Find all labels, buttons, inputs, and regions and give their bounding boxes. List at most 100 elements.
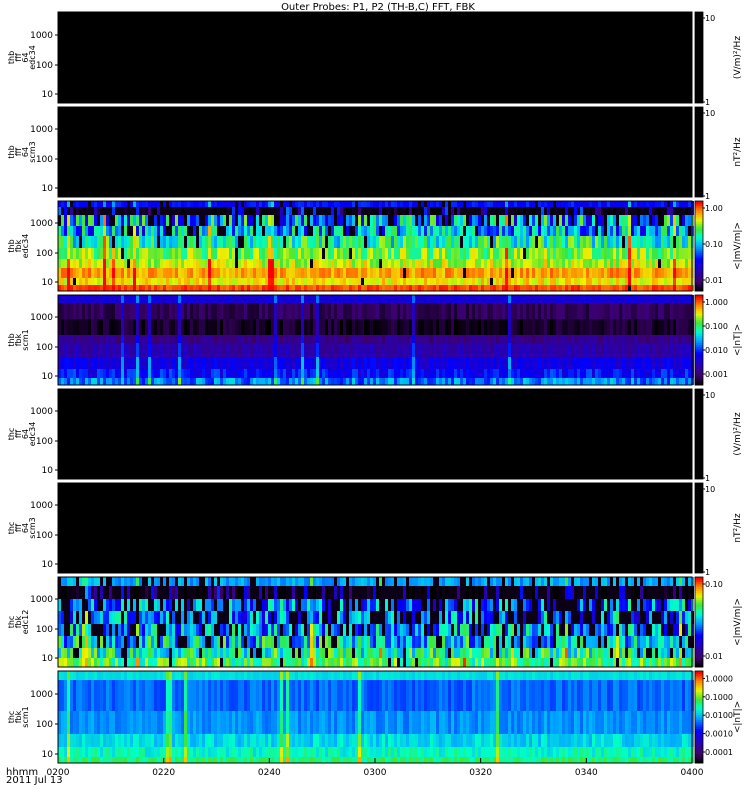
heatmap-cell: [532, 319, 535, 335]
heatmap-cell: [163, 278, 166, 285]
heatmap-cell: [109, 248, 112, 259]
heatmap-cell: [301, 648, 304, 658]
heatmap-cell: [652, 268, 655, 278]
heatmap-cell: [283, 636, 286, 648]
heatmap-cell: [82, 215, 85, 226]
heatmap-cell: [403, 335, 406, 343]
heatmap-cell: [571, 226, 574, 236]
heatmap-cell: [481, 369, 484, 378]
heatmap-cell: [64, 357, 67, 369]
heatmap-cell: [625, 378, 628, 385]
heatmap-cell: [667, 285, 670, 291]
heatmap-cell: [385, 378, 388, 385]
heatmap-cell: [406, 648, 409, 658]
heatmap-cell: [622, 303, 625, 319]
heatmap-cell: [220, 319, 223, 335]
heatmap-cell: [223, 343, 226, 357]
heatmap-cell: [193, 201, 196, 207]
heatmap-cell: [283, 278, 286, 285]
heatmap-cell: [439, 201, 442, 207]
heatmap-cell: [523, 378, 526, 385]
heatmap-cell: [400, 259, 403, 268]
heatmap-cell: [76, 658, 79, 667]
heatmap-cell: [616, 278, 619, 285]
heatmap-cell: [454, 248, 457, 259]
heatmap-cell: [346, 343, 349, 357]
heatmap-cell: [235, 378, 238, 385]
heatmap-cell: [235, 201, 238, 207]
heatmap-cell: [211, 236, 214, 248]
heatmap-cell: [496, 357, 499, 369]
heatmap-cell: [307, 248, 310, 259]
heatmap-cell: [382, 259, 385, 268]
heatmap-cell: [148, 577, 151, 586]
heatmap-cell: [268, 624, 271, 636]
heatmap-cell: [88, 268, 91, 278]
heatmap-cell: [163, 236, 166, 248]
heatmap-cell: [148, 335, 151, 343]
heatmap-cell: [187, 343, 190, 357]
heatmap-cell: [307, 577, 310, 586]
heatmap-cell: [112, 319, 115, 335]
heatmap-cell: [652, 335, 655, 343]
heatmap-cell: [223, 586, 226, 599]
heatmap-cell: [325, 586, 328, 599]
heatmap-cell: [511, 369, 514, 378]
heatmap-cell: [373, 259, 376, 268]
heatmap-cell: [598, 215, 601, 226]
heatmap-cell: [682, 369, 685, 378]
heatmap-cell: [139, 648, 142, 658]
heatmap-cell: [379, 319, 382, 335]
heatmap-cell: [283, 624, 286, 636]
heatmap-cell: [511, 343, 514, 357]
heatmap-cell: [130, 357, 133, 369]
heatmap-cell: [517, 369, 520, 378]
heatmap-cell: [151, 285, 154, 291]
heatmap-cell: [187, 303, 190, 319]
heatmap-cell: [352, 599, 355, 611]
heatmap-cell: [400, 378, 403, 385]
heatmap-cell: [130, 226, 133, 236]
heatmap-cell: [289, 577, 292, 586]
heatmap-cell: [352, 295, 355, 303]
heatmap-cell: [298, 215, 301, 226]
heatmap-cell: [688, 215, 691, 226]
heatmap-cell: [199, 343, 202, 357]
heatmap-cell: [73, 278, 76, 285]
heatmap-cell: [76, 278, 79, 285]
heatmap-cell: [337, 343, 340, 357]
heatmap-cell: [190, 207, 193, 215]
heatmap-cell: [613, 357, 616, 369]
heatmap-cell: [571, 268, 574, 278]
heatmap-cell: [169, 658, 172, 667]
heatmap-cell: [73, 624, 76, 636]
heatmap-cell: [649, 357, 652, 369]
heatmap-cell: [331, 295, 334, 303]
heatmap-cell: [595, 295, 598, 303]
heatmap-cell: [559, 285, 562, 291]
heatmap-cell: [136, 586, 139, 599]
heatmap-cell: [187, 285, 190, 291]
heatmap-cell: [64, 586, 67, 599]
heatmap-cell: [607, 378, 610, 385]
heatmap-cell: [343, 215, 346, 226]
colorbar: 0.0010.0100.1001.000<|nT|>: [694, 294, 743, 386]
heatmap-cell: [271, 343, 274, 357]
heatmap-cell: [175, 624, 178, 636]
heatmap-cell: [604, 259, 607, 268]
heatmap-cell: [481, 378, 484, 385]
heatmap-cell: [547, 335, 550, 343]
heatmap-cell: [493, 268, 496, 278]
heatmap-cell: [550, 357, 553, 369]
heatmap-cell: [109, 369, 112, 378]
heatmap-cell: [451, 295, 454, 303]
heatmap-cell: [403, 201, 406, 207]
heatmap-cell: [256, 357, 259, 369]
heatmap-cell: [127, 303, 130, 319]
heatmap-cell: [199, 295, 202, 303]
heatmap-cell: [358, 236, 361, 248]
heatmap-cell: [331, 369, 334, 378]
heatmap-cell: [292, 319, 295, 335]
heatmap-cell: [613, 295, 616, 303]
heatmap-cell: [415, 201, 418, 207]
